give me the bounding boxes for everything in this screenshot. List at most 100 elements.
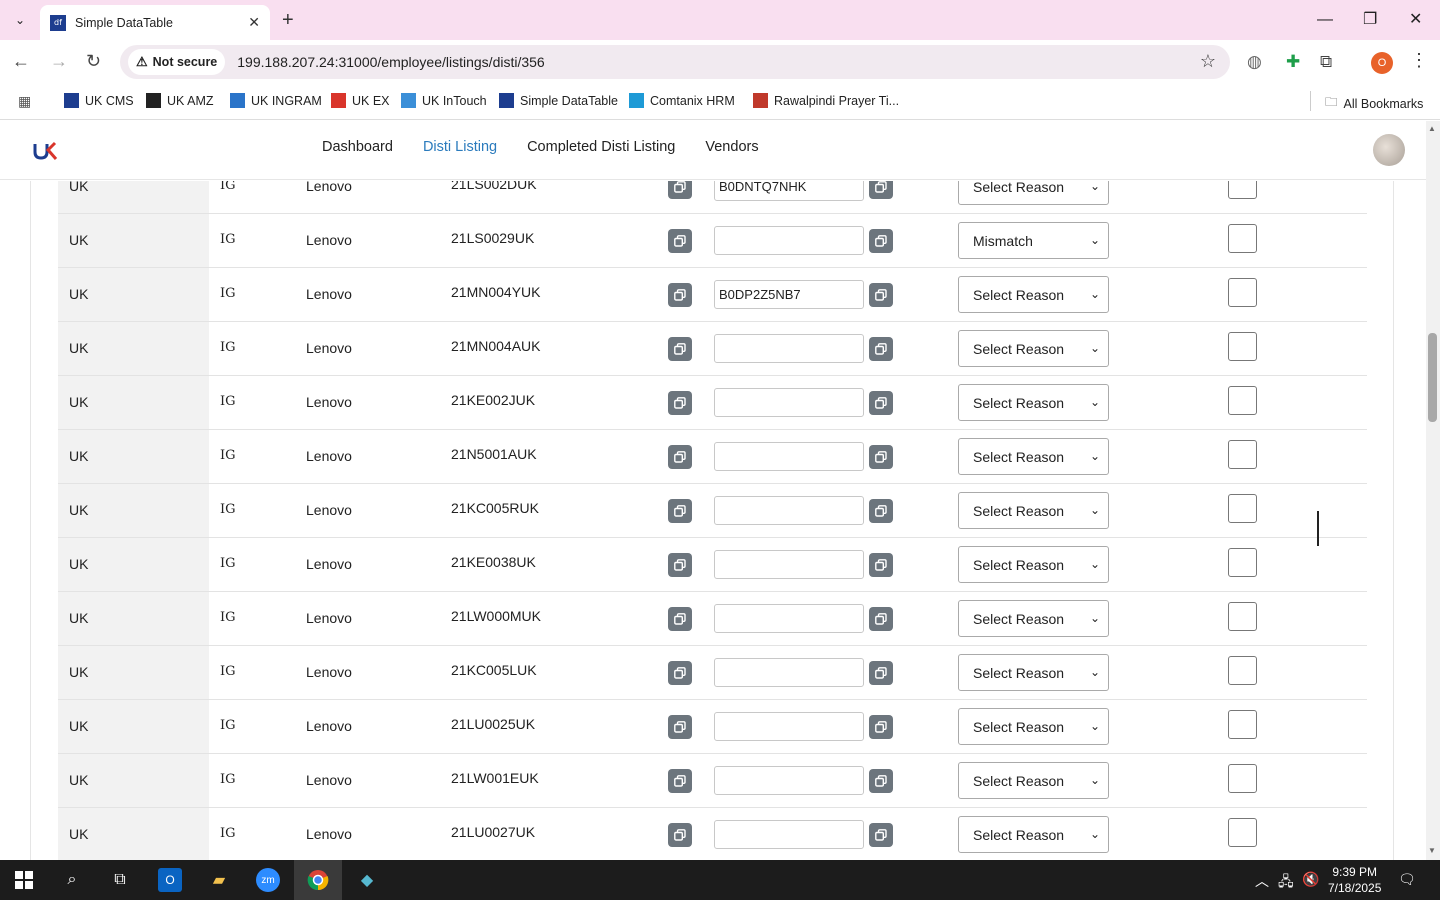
row-checkbox[interactable] [1228,181,1257,199]
reason-select[interactable]: Select Reason ⌄ [958,816,1109,853]
app-diamond-icon[interactable]: ◆ [355,868,379,892]
copy-asin-button[interactable] [869,499,893,523]
copy-sku-button[interactable] [668,445,692,469]
minimize-icon[interactable]: — [1317,8,1333,32]
restore-icon[interactable]: ❐ [1363,8,1377,32]
row-checkbox[interactable] [1228,332,1257,361]
copy-asin-button[interactable] [869,337,893,361]
bookmark-item[interactable]: Comtanix HRM [629,93,735,108]
copy-asin-button[interactable] [869,769,893,793]
copy-sku-button[interactable] [668,553,692,577]
asin-input[interactable] [714,334,864,363]
profile-avatar[interactable]: O [1371,52,1393,74]
copy-asin-button[interactable] [869,445,893,469]
copy-sku-button[interactable] [668,715,692,739]
task-view-icon[interactable]: ⧉ [108,868,132,892]
copy-sku-button[interactable] [668,823,692,847]
reason-select[interactable]: Select Reason ⌄ [958,276,1109,313]
reason-select[interactable]: Mismatch ⌄ [958,222,1109,259]
nav-link-vendors[interactable]: Vendors [705,139,758,155]
bookmark-item[interactable]: UK InTouch [401,93,487,108]
bookmark-item[interactable]: Rawalpindi Prayer Ti... [753,93,899,108]
copy-asin-button[interactable] [869,553,893,577]
nav-link-disti-listing[interactable]: Disti Listing [423,139,497,155]
tray-chevron-icon[interactable]: ︿ [1255,871,1269,891]
back-icon[interactable]: ← [12,50,30,72]
asin-input[interactable] [714,550,864,579]
copy-sku-button[interactable] [668,391,692,415]
tab-close-icon[interactable]: ✕ [248,14,260,31]
bookmark-star-icon[interactable]: ☆ [1200,51,1216,72]
reason-select[interactable]: Select Reason ⌄ [958,600,1109,637]
row-checkbox[interactable] [1228,764,1257,793]
reason-select[interactable]: Select Reason ⌄ [958,546,1109,583]
reason-select[interactable]: Select Reason ⌄ [958,384,1109,421]
reason-select[interactable]: Select Reason ⌄ [958,654,1109,691]
notifications-icon[interactable]: 🗨 [1398,871,1416,888]
row-checkbox[interactable] [1228,386,1257,415]
windows-start-icon[interactable] [12,868,36,892]
zoom-icon[interactable]: zm [256,868,280,892]
copy-sku-button[interactable] [668,283,692,307]
asin-input[interactable] [714,388,864,417]
row-checkbox[interactable] [1228,440,1257,469]
bookmark-item[interactable]: UK INGRAM [230,93,322,108]
copy-asin-button[interactable] [869,661,893,685]
asin-input[interactable] [714,712,864,741]
copy-asin-button[interactable] [869,391,893,415]
reason-select[interactable]: Select Reason ⌄ [958,762,1109,799]
volume-muted-icon[interactable]: 🔇 [1302,871,1319,888]
row-checkbox[interactable] [1228,602,1257,631]
omnibox[interactable]: ⚠ Not secure 199.188.207.24:31000/employ… [120,45,1230,79]
reason-select[interactable]: Select Reason ⌄ [958,492,1109,529]
copy-asin-button[interactable] [869,715,893,739]
uk-logo-icon[interactable] [33,140,59,162]
copy-asin-button[interactable] [869,283,893,307]
window-close-icon[interactable]: ✕ [1409,8,1422,32]
copy-sku-button[interactable] [668,229,692,253]
row-checkbox[interactable] [1228,548,1257,577]
asin-input[interactable] [714,766,864,795]
new-tab-icon[interactable]: + [282,8,294,32]
extension-puzzle-green-icon[interactable]: ✚ [1286,52,1300,72]
system-clock[interactable]: 9:39 PM 7/18/2025 [1328,864,1381,896]
row-checkbox[interactable] [1228,710,1257,739]
nav-link-completed-disti-listing[interactable]: Completed Disti Listing [527,139,675,155]
asin-input[interactable] [714,604,864,633]
copy-asin-button[interactable] [869,607,893,631]
bookmark-item[interactable]: Simple DataTable [499,93,618,108]
security-chip[interactable]: ⚠ Not secure [128,49,226,75]
asin-input[interactable]: B0DNTQ7NHK [714,181,864,201]
network-icon[interactable]: 🖧 [1278,871,1294,895]
reason-select[interactable]: Select Reason ⌄ [958,708,1109,745]
copy-sku-button[interactable] [668,607,692,631]
user-avatar[interactable] [1373,134,1405,166]
row-checkbox[interactable] [1228,224,1257,253]
bookmark-item[interactable]: UK AMZ [146,93,214,108]
url-text[interactable]: 199.188.207.24:31000/employee/listings/d… [237,54,544,70]
reason-select[interactable]: Select Reason ⌄ [958,438,1109,475]
bookmark-item[interactable]: UK EX [331,93,390,108]
row-checkbox[interactable] [1228,818,1257,847]
copy-asin-button[interactable] [869,823,893,847]
chrome-icon[interactable] [306,868,330,892]
copy-sku-button[interactable] [668,181,692,199]
outlook-icon[interactable]: O [158,868,182,892]
scroll-up-icon[interactable]: ▲ [1428,124,1436,133]
asin-input[interactable] [714,442,864,471]
row-checkbox[interactable] [1228,656,1257,685]
copy-asin-button[interactable] [869,229,893,253]
asin-input[interactable]: B0DP2Z5NB7 [714,280,864,309]
row-checkbox[interactable] [1228,494,1257,523]
asin-input[interactable] [714,658,864,687]
translate-icon[interactable]: ◍ [1247,52,1262,72]
reason-select[interactable]: Select Reason ⌄ [958,181,1109,205]
reload-icon[interactable]: ↻ [86,50,101,72]
scroll-down-icon[interactable]: ▼ [1428,846,1436,855]
tab-search-chevron-icon[interactable]: ⌄ [8,8,32,32]
browser-menu-icon[interactable]: ⋮ [1410,50,1428,71]
asin-input[interactable] [714,496,864,525]
forward-icon[interactable]: → [50,50,68,72]
all-bookmarks-button[interactable]: 🗀 All Bookmarks [1325,93,1423,114]
search-icon[interactable]: ⌕ [60,868,84,892]
